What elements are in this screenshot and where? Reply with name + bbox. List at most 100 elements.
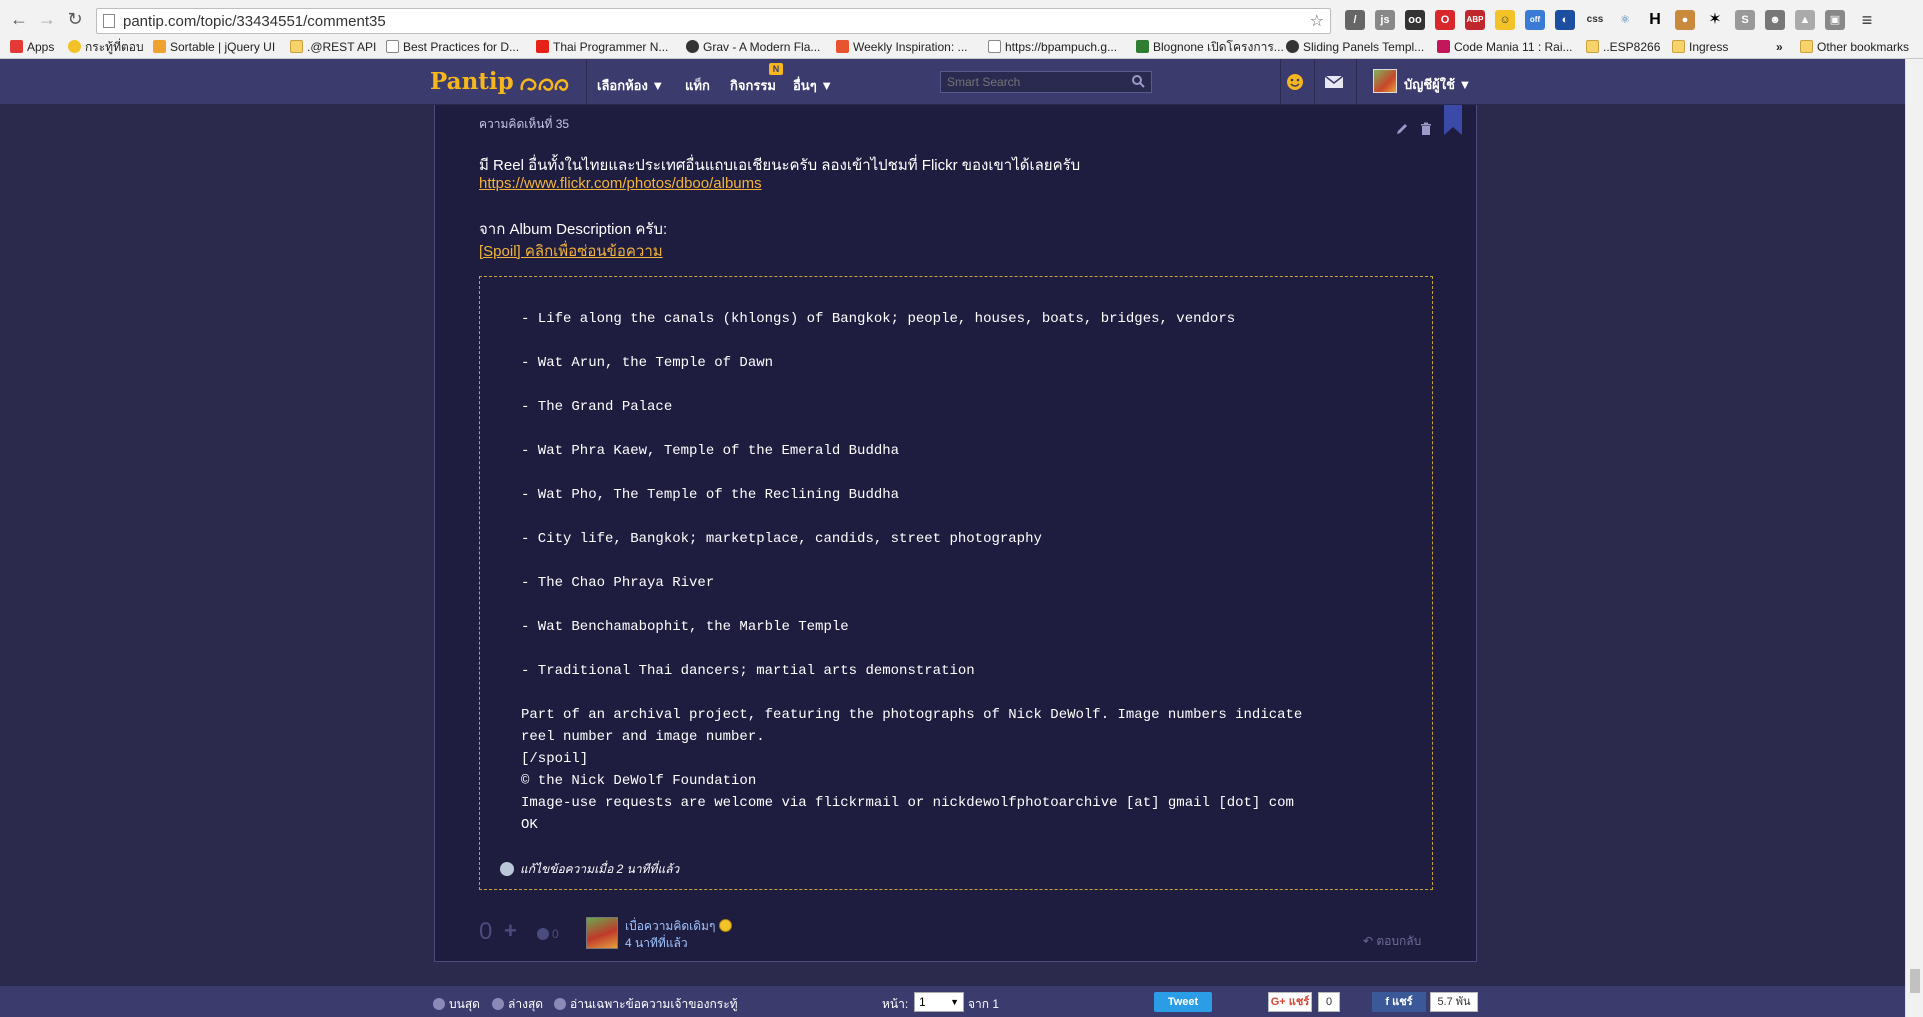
trash-icon[interactable]: [1420, 122, 1432, 136]
bookmark-ribbon-icon[interactable]: [1444, 105, 1462, 135]
pin-icon[interactable]: ✶: [1705, 10, 1725, 30]
image-icon[interactable]: ▣: [1825, 10, 1845, 30]
bookmark-item[interactable]: Sortable | jQuery UI: [153, 38, 275, 56]
h-icon[interactable]: H: [1645, 10, 1665, 30]
glasses-icon[interactable]: oo: [1405, 10, 1425, 30]
comment-panel: ความคิดเห็นที่ 35 มี Reel อื่นทั้งในไทยแ…: [434, 105, 1477, 962]
account-menu[interactable]: บัญชีผู้ใช้ ▼: [1404, 74, 1471, 95]
facebook-share-button[interactable]: f แชร์: [1372, 992, 1426, 1012]
bookmark-item[interactable]: Best Practices for D...: [386, 38, 519, 56]
folder-icon: [1586, 40, 1599, 53]
folder-icon: [1672, 40, 1685, 53]
scrollbar-thumb[interactable]: [1910, 969, 1920, 993]
spoil-toggle-link[interactable]: [Spoil] คลิกเพื่อซ่อนข้อความ: [479, 239, 663, 263]
cookie-icon[interactable]: ●: [1675, 10, 1695, 30]
url-text[interactable]: pantip.com/topic/33434551/comment35: [123, 13, 386, 30]
go-top-button[interactable]: บนสุด: [433, 995, 480, 1014]
vote-plus-button[interactable]: +: [504, 918, 517, 944]
bookmarks-bar: Apps กระทู้ที่ตอบ Sortable | jQuery UI .…: [0, 36, 1923, 58]
bookmark-item[interactable]: กระทู้ที่ตอบ: [68, 38, 144, 56]
s-icon[interactable]: S: [1735, 10, 1755, 30]
user-filter-icon: [554, 998, 566, 1010]
tweet-button[interactable]: Tweet: [1154, 992, 1212, 1012]
bookmark-star-icon[interactable]: ☆: [1310, 11, 1324, 31]
nav-tags[interactable]: แท็ก: [685, 75, 710, 96]
extensions-bar: / js oo O ABP ☺ off ◐ css ⚛ H ● ✶ S ☻ ▲ …: [1345, 10, 1915, 34]
nav-activities[interactable]: กิจกรรม: [730, 75, 776, 96]
comment-time: 4 นาทีที่แล้ว: [625, 936, 688, 950]
spoil-line: - City life, Bangkok; marketplace, candi…: [521, 531, 1042, 547]
emotion-count[interactable]: 0: [537, 927, 559, 941]
divider: [1280, 59, 1281, 105]
go-bottom-button[interactable]: ล่างสุด: [492, 995, 543, 1014]
spoil-line: OK: [521, 817, 538, 833]
bookmarks-overflow[interactable]: »: [1776, 38, 1783, 56]
comment-number: ความคิดเห็นที่ 35: [479, 117, 570, 131]
page-icon: [103, 14, 115, 28]
back-icon[interactable]: ←: [8, 8, 30, 30]
notification-emoji-icon[interactable]: [1282, 70, 1308, 94]
bookmark-item[interactable]: Sliding Panels Templ...: [1286, 38, 1424, 56]
bookmark-item[interactable]: Thai Programmer N...: [536, 38, 668, 56]
bottom-toolbar: บนสุด ล่างสุด อ่านเฉพาะข้อความเจ้าของกระ…: [0, 985, 1923, 1017]
jquery-icon: [153, 40, 166, 53]
user-avatar[interactable]: [1373, 69, 1397, 93]
edit-icon[interactable]: [1395, 122, 1409, 136]
mail-icon[interactable]: [1321, 70, 1347, 94]
chevron-down-icon: ▼: [950, 997, 959, 1007]
nav-others[interactable]: อื่นๆ ▼: [793, 75, 833, 96]
bookmark-item[interactable]: https://bpampuch.g...: [988, 38, 1117, 56]
opera-icon[interactable]: O: [1435, 10, 1455, 30]
bookmark-item[interactable]: Blognone เปิดโครงการ...: [1136, 38, 1284, 56]
codemania-icon: [1437, 40, 1450, 53]
bookmark-item[interactable]: Code Mania 11 : Rai...: [1437, 38, 1573, 56]
arrow-up-icon: [433, 998, 445, 1010]
pantip-logo-mark-icon: [520, 78, 569, 91]
page-icon: [988, 40, 1001, 53]
smiley-ext-icon[interactable]: ☺: [1495, 10, 1515, 30]
browser-chrome: ← → ↻ pantip.com/topic/33434551/comment3…: [0, 0, 1923, 59]
gplus-share-button[interactable]: G+ แชร์: [1268, 992, 1312, 1012]
bookmark-item[interactable]: Weekly Inspiration: ...: [836, 38, 968, 56]
drive-icon[interactable]: ▲: [1795, 10, 1815, 30]
off-icon[interactable]: off: [1525, 10, 1545, 30]
folder-icon: [1800, 40, 1813, 53]
bookmark-folder[interactable]: Ingress: [1672, 38, 1728, 56]
page-total: จาก 1: [968, 997, 1000, 1011]
bookmark-item[interactable]: Grav - A Modern Fla...: [686, 38, 820, 56]
address-bar[interactable]: pantip.com/topic/33434551/comment35 ☆: [96, 8, 1331, 34]
search-icon[interactable]: [1131, 74, 1145, 88]
menu-icon[interactable]: ≡: [1857, 10, 1877, 30]
apps-grid-icon: [10, 40, 23, 53]
comment-text: จาก Album Description ครับ:: [479, 221, 668, 238]
forward-icon[interactable]: →: [36, 8, 58, 30]
edit-history-icon: [500, 862, 514, 876]
bookmark-folder-other[interactable]: Other bookmarks: [1800, 38, 1909, 56]
css-icon[interactable]: css: [1585, 10, 1605, 30]
bookmark-apps[interactable]: Apps: [10, 38, 54, 56]
person-icon[interactable]: ☻: [1765, 10, 1785, 30]
comment-text: มี Reel อื่นทั้งในไทยและประเทศอื่นแถบเอเ…: [479, 157, 1081, 174]
react-icon[interactable]: ⚛: [1615, 10, 1635, 30]
bookmark-folder[interactable]: ..ESP8266: [1586, 38, 1660, 56]
reply-button[interactable]: ↶ ตอบกลับ: [1363, 932, 1421, 951]
spoil-line: - Wat Pho, The Temple of the Reclining B…: [521, 487, 900, 503]
flickr-link[interactable]: https://www.flickr.com/photos/dboo/album…: [479, 175, 762, 192]
globe-icon[interactable]: ◐: [1555, 10, 1575, 30]
bookmark-icon: [836, 40, 849, 53]
bookmark-folder[interactable]: .@REST API: [290, 38, 376, 56]
divider: [1356, 59, 1357, 105]
page-select[interactable]: 1 ▼: [914, 992, 964, 1012]
nav-select-room[interactable]: เลือกห้อง ▼: [597, 75, 664, 96]
reload-icon[interactable]: ↻: [64, 8, 86, 30]
js-icon[interactable]: js: [1375, 10, 1395, 30]
commenter-avatar[interactable]: [586, 917, 618, 949]
search-input[interactable]: [941, 72, 1131, 92]
spoil-line: - The Grand Palace: [521, 399, 673, 415]
smart-search[interactable]: [940, 71, 1152, 93]
pantip-logo[interactable]: Pantip: [430, 68, 514, 95]
eyedropper-icon[interactable]: /: [1345, 10, 1365, 30]
owner-only-button[interactable]: อ่านเฉพาะข้อความเจ้าของกระทู้: [554, 995, 738, 1014]
page-scrollbar[interactable]: [1905, 59, 1923, 1017]
adblock-icon[interactable]: ABP: [1465, 10, 1485, 30]
